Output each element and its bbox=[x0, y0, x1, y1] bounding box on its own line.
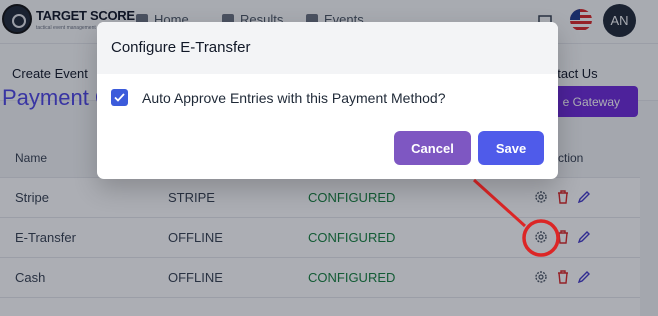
auto-approve-label: Auto Approve Entries with this Payment M… bbox=[142, 89, 446, 106]
auto-approve-checkbox[interactable] bbox=[111, 89, 128, 106]
configure-modal: Configure E-Transfer Auto Approve Entrie… bbox=[97, 22, 558, 179]
cancel-button[interactable]: Cancel bbox=[394, 131, 471, 165]
auto-approve-option[interactable]: Auto Approve Entries with this Payment M… bbox=[111, 89, 446, 106]
save-button[interactable]: Save bbox=[478, 131, 544, 165]
modal-title: Configure E-Transfer bbox=[97, 22, 558, 74]
